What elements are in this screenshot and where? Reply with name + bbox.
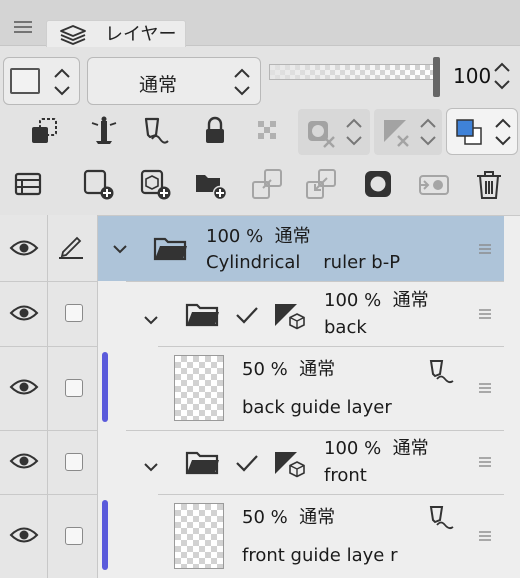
layer-row[interactable]: 100 % 通常 front bbox=[0, 431, 504, 494]
opacity-value[interactable]: 100 bbox=[453, 64, 491, 88]
edit-target-checkbox[interactable] bbox=[65, 304, 83, 322]
layers-icon bbox=[59, 24, 87, 46]
drag-handle-icon[interactable] bbox=[478, 381, 492, 395]
edit-target-checkbox[interactable] bbox=[65, 379, 83, 397]
updown-chevron-icon bbox=[344, 112, 364, 152]
blend-mode-select[interactable]: 通常 bbox=[87, 57, 261, 105]
eye-icon[interactable] bbox=[9, 525, 39, 545]
layer-blend-opacity: 100 % 通常 bbox=[324, 438, 429, 459]
drag-handle-icon[interactable] bbox=[478, 455, 492, 469]
layer-panel-tab[interactable]: レイヤー bbox=[46, 20, 186, 47]
mask-toggle-button[interactable] bbox=[298, 109, 370, 155]
ruler-3d-icon bbox=[273, 302, 307, 330]
panel-menu-icon[interactable] bbox=[12, 16, 34, 38]
layer-mask-icon[interactable] bbox=[360, 166, 396, 202]
drag-handle-icon[interactable] bbox=[478, 242, 492, 256]
layer-blend-opacity: 50 % 通常 bbox=[242, 507, 336, 528]
layer-color-bar bbox=[102, 352, 108, 422]
checkmark-icon[interactable] bbox=[234, 452, 260, 474]
layer-row[interactable]: 50 % 通常 back guide layer bbox=[0, 347, 504, 430]
lock-icon[interactable] bbox=[197, 113, 233, 149]
merge-down-icon[interactable] bbox=[303, 166, 339, 202]
folder-icon bbox=[153, 236, 189, 262]
updown-chevron-icon bbox=[232, 62, 252, 102]
layer-name: front bbox=[324, 465, 367, 486]
updown-chevron-icon bbox=[493, 112, 513, 152]
checkmark-icon[interactable] bbox=[234, 304, 260, 326]
pen-edit-target-icon[interactable] bbox=[57, 234, 85, 260]
layer-thumbnail bbox=[174, 355, 224, 421]
chevron-down-icon[interactable] bbox=[143, 315, 159, 325]
opacity-slider-handle[interactable] bbox=[433, 57, 440, 97]
tab-label: レイヤー bbox=[105, 24, 177, 45]
mask-icon bbox=[302, 114, 338, 150]
ruler-visibility-icon bbox=[378, 114, 414, 150]
layer-blend-opacity: 100 % 通常 bbox=[324, 290, 429, 311]
draft-layer-icon bbox=[426, 359, 456, 387]
opacity-slider-gradient bbox=[270, 65, 436, 79]
layer-row[interactable]: 100 % 通常 Cylindrical ruler b-P bbox=[0, 216, 504, 281]
drag-handle-icon[interactable] bbox=[478, 529, 492, 543]
draft-layer-icon[interactable] bbox=[138, 113, 174, 149]
expression-color-select[interactable] bbox=[3, 57, 80, 105]
edit-target-checkbox[interactable] bbox=[65, 527, 83, 545]
eye-icon[interactable] bbox=[9, 238, 39, 258]
clip-to-layer-below-icon[interactable] bbox=[26, 113, 62, 149]
layer-color-select[interactable] bbox=[446, 108, 518, 155]
layer-name: back guide layer bbox=[242, 397, 392, 418]
layer-name: back bbox=[324, 317, 367, 338]
chevron-down-icon[interactable] bbox=[112, 244, 128, 254]
expression-color-swatch bbox=[10, 68, 40, 94]
ruler-3d-icon bbox=[273, 450, 307, 478]
opacity-slider[interactable] bbox=[269, 64, 437, 80]
draft-layer-icon bbox=[426, 505, 456, 533]
layer-blend-opacity: 100 % 通常 bbox=[206, 226, 311, 247]
transfer-down-icon[interactable] bbox=[249, 166, 285, 202]
layer-property-icon[interactable] bbox=[10, 166, 46, 202]
lock-transparent-pixels-icon[interactable] bbox=[250, 113, 286, 149]
eye-icon[interactable] bbox=[9, 451, 39, 471]
layer-name: Cylindrical ruler b-P bbox=[206, 252, 401, 273]
drag-handle-icon[interactable] bbox=[478, 307, 492, 321]
edit-target-checkbox[interactable] bbox=[65, 453, 83, 471]
new-vector-layer-icon[interactable] bbox=[137, 166, 173, 202]
layer-color-icon bbox=[451, 114, 487, 150]
layer-name: front guide laye r bbox=[242, 545, 398, 566]
eye-icon[interactable] bbox=[9, 377, 39, 397]
ruler-visibility-button[interactable] bbox=[374, 109, 442, 155]
new-folder-icon[interactable] bbox=[193, 166, 229, 202]
layer-color-bar bbox=[102, 500, 108, 570]
new-raster-layer-icon[interactable] bbox=[80, 166, 116, 202]
layer-thumbnail bbox=[174, 503, 224, 569]
updown-chevron-icon bbox=[418, 112, 438, 152]
updown-chevron-icon bbox=[52, 62, 72, 102]
opacity-stepper[interactable] bbox=[492, 56, 512, 96]
layer-blend-opacity: 50 % 通常 bbox=[242, 359, 336, 380]
reference-layer-icon[interactable] bbox=[86, 113, 122, 149]
folder-icon bbox=[185, 450, 221, 476]
ruler-to-layer-icon[interactable] bbox=[416, 166, 452, 202]
layer-row[interactable]: 50 % 通常 front guide laye r bbox=[0, 495, 504, 578]
layer-row[interactable]: 100 % 通常 back bbox=[0, 282, 504, 346]
folder-icon bbox=[185, 302, 221, 328]
eye-icon[interactable] bbox=[9, 303, 39, 323]
blend-mode-value: 通常 bbox=[138, 74, 177, 96]
chevron-down-icon[interactable] bbox=[143, 462, 159, 472]
delete-layer-icon[interactable] bbox=[471, 166, 507, 202]
